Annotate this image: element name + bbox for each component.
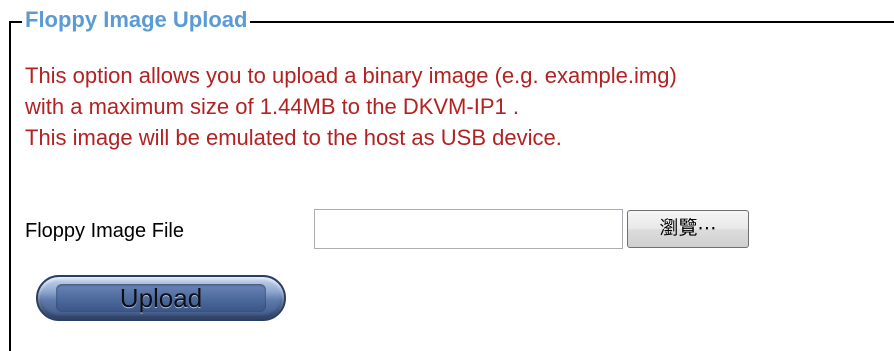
upload-button[interactable]: Upload bbox=[36, 275, 286, 321]
description-text: This option allows you to upload a binar… bbox=[25, 60, 677, 153]
upload-button-label: Upload bbox=[119, 283, 203, 313]
description-line-1: This option allows you to upload a binar… bbox=[25, 63, 677, 88]
description-line-2: with a maximum size of 1.44MB to the DKV… bbox=[25, 94, 519, 119]
section-legend: Floppy Image Upload bbox=[22, 6, 251, 34]
description-line-3: This image will be emulated to the host … bbox=[25, 125, 562, 150]
floppy-image-file-input[interactable] bbox=[314, 209, 623, 249]
floppy-image-file-label: Floppy Image File bbox=[25, 220, 184, 242]
browse-button[interactable]: 瀏覽⋯ bbox=[627, 210, 749, 248]
